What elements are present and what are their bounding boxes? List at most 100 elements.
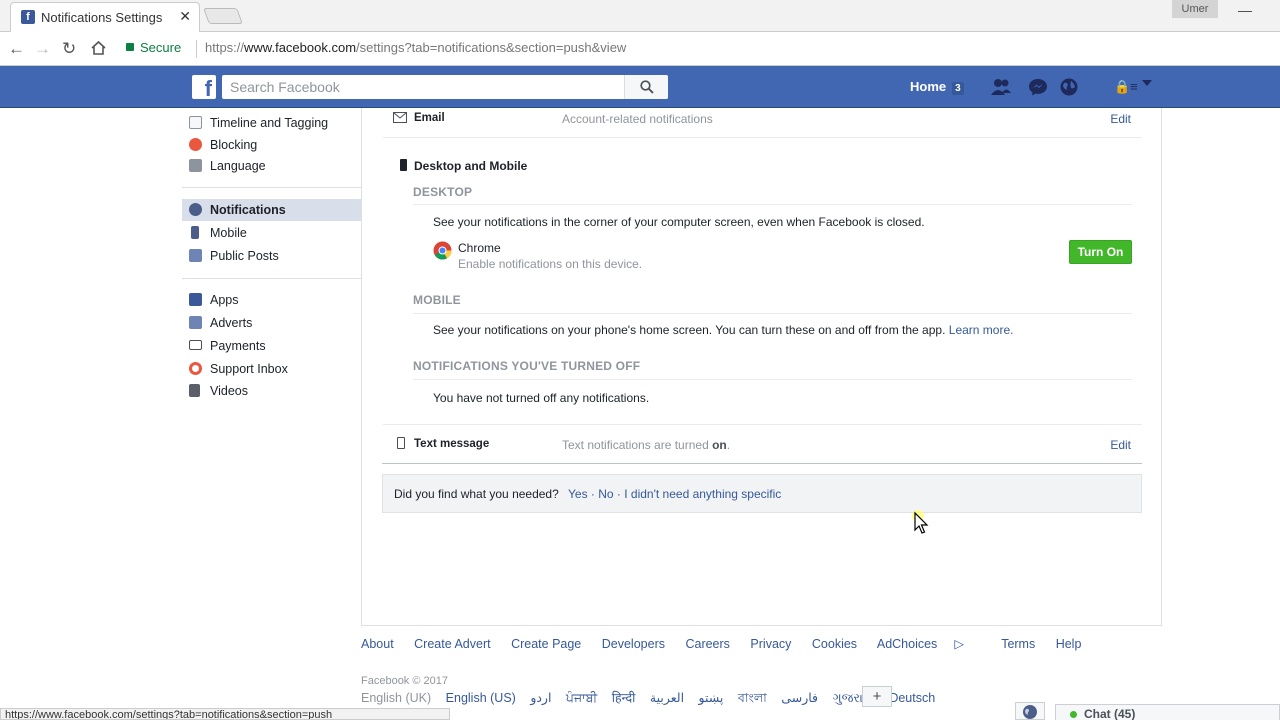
sidebar-item-apps[interactable]: Apps [182, 289, 361, 311]
facebook-favicon-icon: f [21, 10, 35, 24]
mobile-icon [191, 226, 199, 239]
search-input[interactable]: Search Facebook [230, 79, 340, 95]
notifications-globe-icon[interactable] [1058, 77, 1080, 97]
footer-link-about[interactable]: About [361, 637, 394, 651]
rss-icon [189, 249, 202, 262]
footer-link-create-advert[interactable]: Create Advert [414, 637, 490, 651]
sidebar-item-mobile[interactable]: Mobile [182, 222, 361, 244]
friend-requests-icon[interactable] [990, 77, 1012, 97]
new-tab-button[interactable] [203, 8, 243, 24]
payments-icon [189, 340, 202, 350]
adverts-icon [189, 316, 202, 329]
support-icon [189, 362, 202, 375]
minimize-button[interactable]: — [1238, 2, 1252, 18]
back-icon[interactable]: ← [8, 39, 25, 59]
learn-more-link[interactable]: Learn more. [949, 323, 1014, 337]
footer-link-create-page[interactable]: Create Page [511, 637, 581, 651]
chat-globe-button[interactable] [1015, 702, 1045, 720]
divider [413, 379, 1132, 380]
secure-indicator[interactable]: Secure [126, 40, 181, 55]
feedback-answers[interactable]: Yes · No · I didn't need anything specif… [568, 487, 781, 501]
chrome-description: Enable notifications on this device. [458, 257, 643, 271]
turned-off-heading: NOTIFICATIONS YOU'VE TURNED OFF [413, 359, 641, 373]
text-message-edit-link[interactable]: Edit [1110, 438, 1131, 452]
footer-link-adchoices[interactable]: AdChoices ▷ [877, 637, 981, 651]
search-button[interactable] [624, 75, 668, 99]
url-field[interactable]: https://www.facebook.com/settings?tab=no… [205, 40, 626, 55]
sidebar-item-adverts[interactable]: Adverts [182, 312, 361, 334]
divider [382, 463, 1142, 464]
more-languages-button[interactable]: + [862, 686, 892, 707]
mobile-device-icon [400, 159, 407, 171]
messenger-icon[interactable] [1027, 77, 1049, 97]
turn-on-button[interactable]: Turn On [1069, 240, 1132, 264]
sidebar-item-support-inbox[interactable]: Support Inbox [182, 358, 361, 380]
blocking-icon [189, 138, 202, 151]
language-link[interactable]: Deutsch [889, 691, 935, 705]
profile-button[interactable]: Umer [1172, 0, 1218, 18]
language-link[interactable]: پښتو [699, 691, 724, 705]
account-menu-caret-icon[interactable] [1142, 80, 1152, 86]
language-link[interactable]: English (US) [446, 691, 516, 705]
text-message-title: Text message [414, 438, 490, 450]
sidebar-item-payments[interactable]: Payments [182, 335, 361, 357]
chrome-label: Chrome [458, 241, 501, 255]
text-message-description: Text notifications are turned on. [562, 438, 731, 452]
footer-link-cookies[interactable]: Cookies [812, 637, 857, 651]
home-icon[interactable] [90, 40, 107, 56]
facebook-logo[interactable]: f [192, 75, 216, 99]
email-edit-link[interactable]: Edit [1110, 112, 1131, 126]
language-icon [189, 159, 202, 172]
apps-icon [189, 293, 202, 306]
notifications-panel: Email Account-related notifications Edit… [361, 108, 1162, 626]
current-language: English (UK) [361, 691, 432, 705]
footer-link-developers[interactable]: Developers [602, 637, 665, 651]
sidebar-item-timeline[interactable]: Timeline and Tagging [182, 112, 361, 134]
footer-link-careers[interactable]: Careers [685, 637, 729, 651]
email-description: Account-related notifications [562, 112, 713, 126]
sidebar-divider [182, 278, 361, 279]
online-status-icon [1070, 711, 1077, 718]
footer-link-terms[interactable]: Terms [1001, 637, 1035, 651]
language-link[interactable]: اردو [530, 691, 551, 705]
videos-icon [189, 384, 200, 397]
browser-tab-bar: f Notifications Settings ✕ Umer — [0, 0, 1280, 32]
address-bar: ← → ↻ Secure https://www.facebook.com/se… [0, 32, 1280, 66]
home-link[interactable]: Home 3 [910, 79, 964, 95]
chat-bar[interactable]: Chat (45) [1055, 704, 1280, 720]
globe-icon [1023, 705, 1037, 719]
search-box[interactable]: Search Facebook [222, 75, 668, 99]
globe-icon [189, 203, 202, 216]
footer-link-help[interactable]: Help [1056, 637, 1082, 651]
divider [413, 204, 1132, 205]
desktop-description: See your notifications in the corner of … [433, 215, 925, 229]
timeline-icon [189, 116, 202, 129]
sidebar-item-public-posts[interactable]: Public Posts [182, 245, 361, 267]
mouse-cursor-icon [912, 510, 929, 534]
language-link[interactable]: हिन्दी [612, 691, 636, 705]
language-link[interactable]: বাংলা [738, 691, 767, 705]
browser-tab[interactable]: f Notifications Settings ✕ [10, 2, 200, 32]
text-message-icon [397, 437, 405, 449]
forward-icon[interactable]: → [34, 39, 51, 59]
lock-icon [126, 43, 134, 51]
sidebar-item-blocking[interactable]: Blocking [182, 134, 361, 156]
footer-link-privacy[interactable]: Privacy [750, 637, 791, 651]
facebook-header: f Search Facebook Home 3 🔒≡ [0, 66, 1280, 108]
mobile-description: See your notifications on your phone's h… [433, 323, 1014, 337]
tab-title: Notifications Settings [41, 10, 163, 25]
privacy-shortcuts-icon[interactable]: 🔒≡ [1114, 79, 1138, 95]
search-icon [640, 80, 654, 94]
reload-icon[interactable]: ↻ [62, 39, 76, 59]
turned-off-description: You have not turned off any notification… [433, 391, 650, 405]
sidebar-item-language[interactable]: Language [182, 155, 361, 177]
sidebar-divider [182, 187, 361, 188]
email-icon [393, 112, 407, 123]
tab-close-icon[interactable]: ✕ [179, 8, 191, 25]
language-link[interactable]: ਪੰਜਾਬੀ [566, 691, 597, 705]
sidebar-item-notifications[interactable]: Notifications [182, 199, 361, 221]
language-link[interactable]: العربية [650, 691, 684, 705]
language-link[interactable]: فارسی [781, 691, 818, 705]
feedback-box: Did you find what you needed? Yes · No ·… [382, 474, 1142, 513]
sidebar-item-videos[interactable]: Videos [182, 380, 361, 402]
